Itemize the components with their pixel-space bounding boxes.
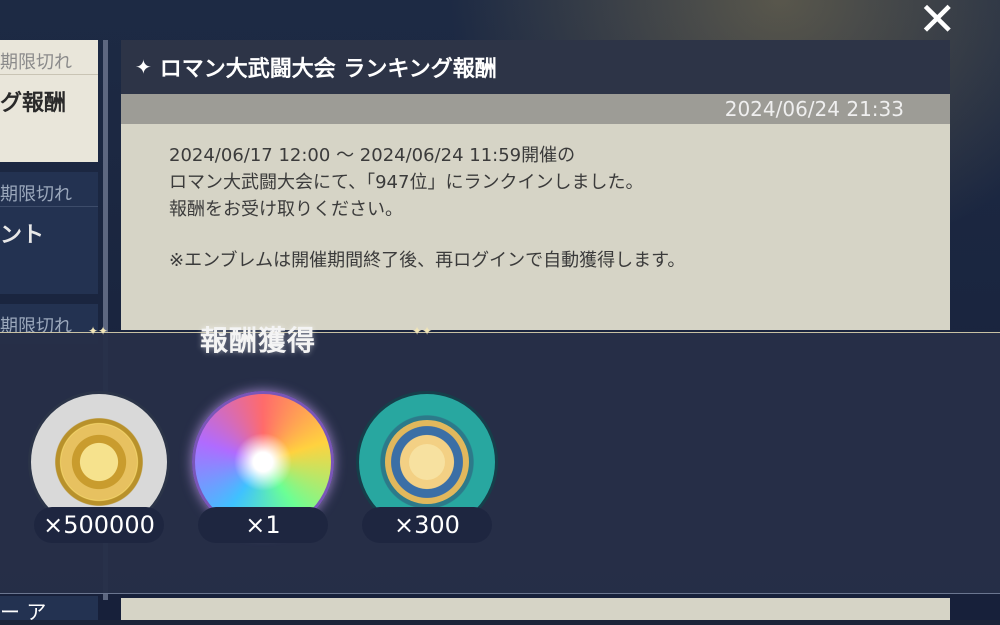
message-line: 2024/06/17 12:00 ～ 2024/06/24 11:59開催の	[169, 145, 576, 166]
reward-item[interactable]: ×1	[192, 391, 334, 543]
message-body: 2024/06/17 12:00 ～ 2024/06/24 11:59開催の ロ…	[121, 124, 950, 274]
next-message-panel[interactable]	[121, 598, 950, 620]
list-item-label: グ報酬	[0, 91, 67, 116]
message-date: 2024/06/24 21:33	[121, 94, 950, 124]
list-item[interactable]: 期限切れ グ報酬	[0, 40, 98, 162]
message-title: ロマン大武闘大会 ランキング報酬	[159, 57, 497, 82]
message-header: ✦ ロマン大武闘大会 ランキング報酬	[121, 40, 950, 94]
reward-count: ×1	[198, 507, 328, 543]
message-panel: ✦ ロマン大武闘大会 ランキング報酬 2024/06/24 21:33 2024…	[121, 40, 950, 330]
sparkle-icon: ✦	[135, 55, 152, 79]
message-line: 報酬をお受け取りください。	[169, 199, 403, 220]
list-item-label: ント	[0, 223, 45, 248]
coin-face	[61, 424, 137, 500]
close-button[interactable]: ✕	[918, 0, 957, 46]
orb-core	[229, 428, 297, 496]
message-line: ロマン大武闘大会にて、「947位」にランクインしました。	[169, 172, 644, 193]
reward-item[interactable]: ×300	[356, 391, 498, 543]
list-item[interactable]: 期限切れ ント	[0, 172, 98, 294]
reward-count: ×500000	[34, 507, 164, 543]
expired-tag: 期限切れ	[0, 40, 98, 75]
character-face	[409, 444, 445, 480]
reward-item[interactable]: ×500000	[28, 391, 170, 543]
message-line: ※エンブレムは開催期間終了後、再ログインで自動獲得します。	[169, 250, 686, 271]
expired-tag: 期限切れ	[0, 172, 98, 207]
reward-count: ×300	[362, 507, 492, 543]
reward-title: 報酬獲得	[200, 324, 317, 357]
sparkle-icon: ✦✦	[412, 324, 433, 338]
list-item[interactable]: ー ア	[0, 596, 98, 624]
reward-strip: ✦✦ ✦✦ 報酬獲得 ×500000 ×1 ×300	[0, 324, 1000, 594]
sparkle-icon: ✦✦	[88, 324, 109, 338]
message-line	[169, 223, 950, 247]
